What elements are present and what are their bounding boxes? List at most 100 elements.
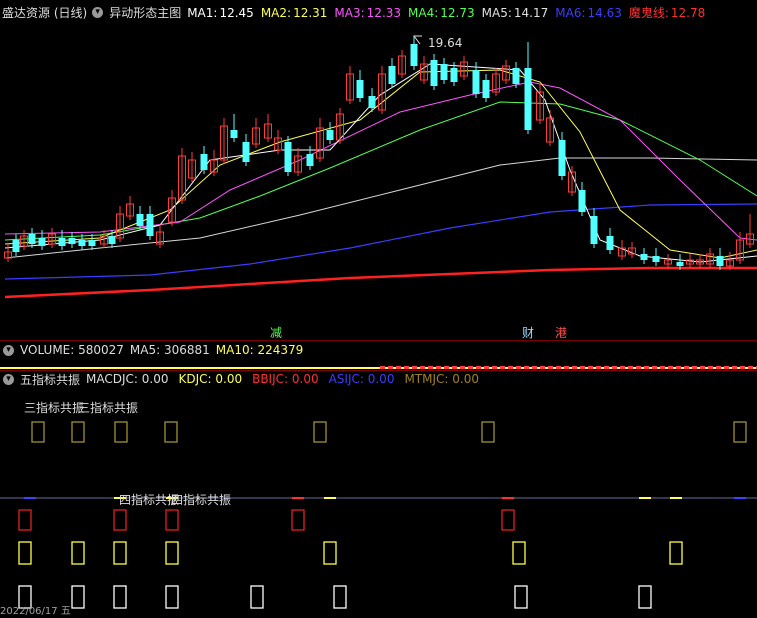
candle-body [242,142,250,162]
volume-ma5: MA5: 306881 [129,343,210,357]
volume-bar [484,366,489,369]
candle-body [640,254,648,260]
candle-body [388,66,396,84]
candle-body [578,190,586,212]
volume-bar [428,366,433,369]
volume-bar [380,366,385,369]
three-signal-box [313,421,327,443]
chevron-down-icon[interactable]: ▾ [3,344,14,356]
volume-bar [748,366,753,369]
three-signal-box [31,421,45,443]
candle-body [28,234,36,244]
yellow-signal-box [113,541,127,565]
candle-body [676,262,684,266]
volume-bar [420,366,425,369]
signal-legend-item: MACDJC: 0.00 [86,372,169,386]
high-marker-pointer [413,35,422,45]
volume-bar [516,366,521,369]
volume-bar [604,366,609,369]
volume-bar [492,366,497,369]
candle-body [590,216,598,244]
candle-body [606,236,614,250]
volume-bar [532,366,537,369]
three-signal-box [481,421,495,443]
white-signal-box [514,585,528,609]
price-chart[interactable] [0,0,757,340]
volume-bar [524,366,529,369]
volume-bar [468,366,473,369]
volume-bar [564,366,569,369]
volume-bar [724,366,729,369]
volume-bar [500,366,505,369]
candle-body [200,154,208,170]
volume-bar [404,366,409,369]
three-signal-box [114,421,128,443]
three-indicator-label: 三指标共振 [24,401,85,415]
volume-bar [548,366,553,369]
volume-bar [412,366,417,369]
four-indicator-label-overlap: 四指标共振 [171,493,232,507]
volume-bar [652,366,657,369]
three-signal-box [733,421,747,443]
volume-bar [740,366,745,369]
candle-body [450,68,458,82]
yellow-signal-box [18,541,32,565]
white-signal-box [638,585,652,609]
yellow-signal-box [669,541,683,565]
signal-legend-item: MTMJC: 0.00 [404,372,479,386]
candle-body [512,68,520,84]
date-footer: 2022/06/17 五 [0,606,71,617]
marker-reduce: 减 [270,326,283,340]
ma-line [4,266,757,299]
signal-title[interactable]: 五指标共振 [20,371,80,388]
volume-bar [692,366,697,369]
signal-legend-item: BBIJC: 0.00 [252,372,319,386]
candle-body [368,96,376,108]
candle-body [146,214,154,236]
candle-body [472,70,480,94]
volume-bar [708,366,713,369]
volume-bar [436,366,441,369]
candle-body [78,240,86,246]
volume-ma10: MA10: 224379 [215,343,304,357]
volume-bar [716,366,721,369]
red-signal-box [291,509,305,531]
high-price-label: 19.64 [428,36,463,50]
volume-bar [460,366,465,369]
ma-line [4,81,757,241]
marker-hk: 港 [555,326,568,340]
candle-body [716,256,724,266]
white-signal-box [165,585,179,609]
candle-body [306,154,314,166]
volume-bar [612,366,617,369]
volume-bar [580,366,585,369]
yellow-signal-box [512,541,526,565]
ma-line [4,157,757,259]
volume-panel-header: ▾ VOLUME: 580027 MA5: 306881 MA10: 22437… [0,341,757,359]
white-signal-box [113,585,127,609]
four-indicator-label: 四指标共振 [119,493,180,507]
red-signal-box [165,509,179,531]
volume-bar [444,366,449,369]
volume-bar [388,366,393,369]
marker-finance: 财 [522,326,535,340]
candle-body [284,142,292,172]
volume-bar [668,366,673,369]
white-signal-box [333,585,347,609]
three-signal-box [71,421,85,443]
three-signal-box [164,421,178,443]
white-signal-box [250,585,264,609]
candle-body [430,60,438,86]
three-indicator-label-overlap: 三指标共振 [78,401,139,415]
signal-panel-header: ▾ 五指标共振 MACDJC: 0.00 KDJC: 0.00 BBIJC: 0.0… [0,370,757,388]
volume-bar [636,366,641,369]
candle-body [108,236,116,244]
white-signal-box [18,585,32,609]
red-signal-box [501,509,515,531]
candle-body [38,238,46,246]
signal-chart[interactable] [0,388,757,618]
yellow-signal-box [323,541,337,565]
chevron-down-icon[interactable]: ▾ [3,373,14,385]
volume-bar [396,366,401,369]
volume-chart[interactable] [0,360,757,370]
